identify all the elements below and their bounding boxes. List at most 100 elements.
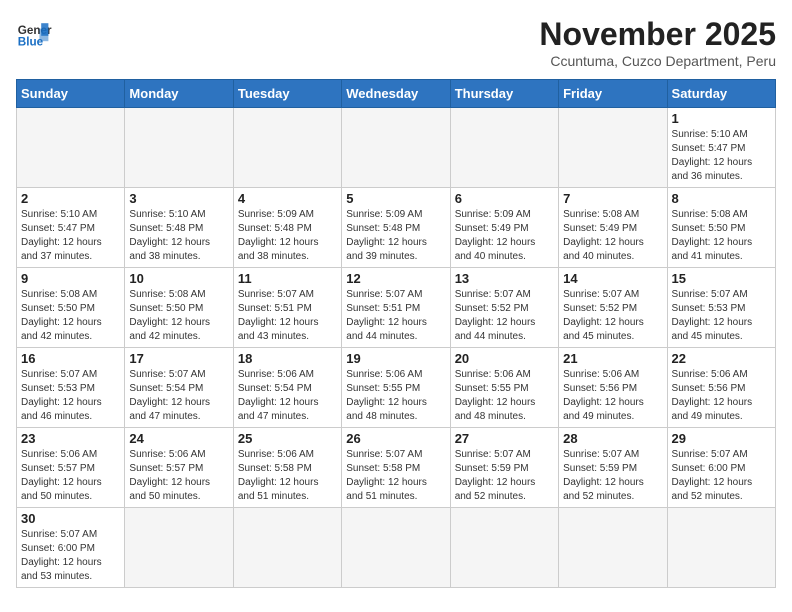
- calendar-cell: 11Sunrise: 5:07 AM Sunset: 5:51 PM Dayli…: [233, 268, 341, 348]
- day-info: Sunrise: 5:06 AM Sunset: 5:57 PM Dayligh…: [129, 448, 228, 504]
- day-info: Sunrise: 5:06 AM Sunset: 5:58 PM Dayligh…: [238, 448, 337, 504]
- weekday-header-tuesday: Tuesday: [233, 80, 341, 108]
- calendar-cell: 22 Sunrise: 5:06 AM Sunset: 5:56 PM Dayli…: [667, 348, 775, 428]
- day-info: Sunrise: 5:07 AM Sunset: 5:54 PM Dayligh…: [129, 368, 228, 424]
- calendar-cell: 25 Sunrise: 5:06 AM Sunset: 5:58 PM Dayli…: [233, 428, 341, 508]
- calendar-cell: 7 Sunrise: 5:08 AM Sunset: 5:49 PM Daylig…: [559, 188, 667, 268]
- day-info: Sunrise: 5:07 AM Sunset: 5:53 PM Dayligh…: [21, 368, 120, 424]
- day-number: 2: [21, 191, 120, 206]
- day-info: Sunrise: 5:07 AM Sunset: 5:58 PM Dayligh…: [346, 448, 445, 504]
- calendar-cell: 30 Sunrise: 5:07 AM Sunset: 6:00 PM Dayli…: [17, 508, 125, 588]
- title-block: November 2025 Ccuntuma, Cuzco Department…: [539, 16, 776, 69]
- logo-icon: General Blue: [16, 16, 52, 52]
- calendar-cell: 16Sunrise: 5:07 AM Sunset: 5:53 PM Dayli…: [17, 348, 125, 428]
- day-info: Sunrise: 5:07 AM Sunset: 6:00 PM Dayligh…: [21, 528, 120, 584]
- calendar-cell: [450, 508, 558, 588]
- weekday-header-row: SundayMondayTuesdayWednesdayThursdayFrid…: [17, 80, 776, 108]
- calendar-cell: [667, 508, 775, 588]
- day-info: Sunrise: 5:06 AM Sunset: 5:55 PM Dayligh…: [346, 368, 445, 424]
- calendar-cell: [559, 108, 667, 188]
- day-info: Sunrise: 5:07 AM Sunset: 5:51 PM Dayligh…: [238, 288, 337, 344]
- weekday-header-friday: Friday: [559, 80, 667, 108]
- day-number: 27: [455, 431, 554, 446]
- calendar-week-1: 1 Sunrise: 5:10 AM Sunset: 5:47 PM Daylig…: [17, 108, 776, 188]
- calendar-cell: 15Sunrise: 5:07 AM Sunset: 5:53 PM Dayli…: [667, 268, 775, 348]
- day-number: 7: [563, 191, 662, 206]
- weekday-header-saturday: Saturday: [667, 80, 775, 108]
- day-info: Sunrise: 5:06 AM Sunset: 5:56 PM Dayligh…: [672, 368, 771, 424]
- calendar-cell: 21Sunrise: 5:06 AM Sunset: 5:56 PM Dayli…: [559, 348, 667, 428]
- calendar-cell: 12 Sunrise: 5:07 AM Sunset: 5:51 PM Dayli…: [342, 268, 450, 348]
- day-info: Sunrise: 5:07 AM Sunset: 5:51 PM Dayligh…: [346, 288, 445, 344]
- day-number: 12: [346, 271, 445, 286]
- calendar-cell: 13 Sunrise: 5:07 AM Sunset: 5:52 PM Dayli…: [450, 268, 558, 348]
- calendar-cell: 10Sunrise: 5:08 AM Sunset: 5:50 PM Dayli…: [125, 268, 233, 348]
- day-info: Sunrise: 5:08 AM Sunset: 5:50 PM Dayligh…: [129, 288, 228, 344]
- day-number: 28: [563, 431, 662, 446]
- day-info: Sunrise: 5:07 AM Sunset: 5:52 PM Dayligh…: [563, 288, 662, 344]
- day-info: Sunrise: 5:07 AM Sunset: 6:00 PM Dayligh…: [672, 448, 771, 504]
- calendar-cell: 18 Sunrise: 5:06 AM Sunset: 5:54 PM Dayli…: [233, 348, 341, 428]
- calendar-cell: [233, 508, 341, 588]
- month-title: November 2025: [539, 16, 776, 53]
- day-number: 5: [346, 191, 445, 206]
- day-number: 6: [455, 191, 554, 206]
- calendar-cell: 8 Sunrise: 5:08 AM Sunset: 5:50 PM Daylig…: [667, 188, 775, 268]
- location-subtitle: Ccuntuma, Cuzco Department, Peru: [539, 53, 776, 69]
- day-info: Sunrise: 5:09 AM Sunset: 5:48 PM Dayligh…: [346, 208, 445, 264]
- logo: General Blue: [16, 16, 52, 52]
- calendar-cell: [559, 508, 667, 588]
- day-number: 30: [21, 511, 120, 526]
- day-number: 4: [238, 191, 337, 206]
- calendar-cell: 20 Sunrise: 5:06 AM Sunset: 5:55 PM Dayli…: [450, 348, 558, 428]
- calendar-cell: [342, 108, 450, 188]
- day-number: 1: [672, 111, 771, 126]
- weekday-header-monday: Monday: [125, 80, 233, 108]
- day-info: Sunrise: 5:08 AM Sunset: 5:49 PM Dayligh…: [563, 208, 662, 264]
- day-number: 8: [672, 191, 771, 206]
- calendar-cell: 17Sunrise: 5:07 AM Sunset: 5:54 PM Dayli…: [125, 348, 233, 428]
- day-info: Sunrise: 5:10 AM Sunset: 5:47 PM Dayligh…: [21, 208, 120, 264]
- day-number: 22: [672, 351, 771, 366]
- day-number: 24: [129, 431, 228, 446]
- calendar-week-4: 16Sunrise: 5:07 AM Sunset: 5:53 PM Dayli…: [17, 348, 776, 428]
- day-info: Sunrise: 5:06 AM Sunset: 5:54 PM Dayligh…: [238, 368, 337, 424]
- calendar-cell: 29Sunrise: 5:07 AM Sunset: 6:00 PM Dayli…: [667, 428, 775, 508]
- calendar-cell: 3Sunrise: 5:10 AM Sunset: 5:48 PM Daylig…: [125, 188, 233, 268]
- day-number: 13: [455, 271, 554, 286]
- calendar-cell: 6 Sunrise: 5:09 AM Sunset: 5:49 PM Daylig…: [450, 188, 558, 268]
- calendar-cell: 19 Sunrise: 5:06 AM Sunset: 5:55 PM Dayli…: [342, 348, 450, 428]
- day-info: Sunrise: 5:09 AM Sunset: 5:49 PM Dayligh…: [455, 208, 554, 264]
- day-info: Sunrise: 5:06 AM Sunset: 5:55 PM Dayligh…: [455, 368, 554, 424]
- day-info: Sunrise: 5:06 AM Sunset: 5:57 PM Dayligh…: [21, 448, 120, 504]
- calendar-week-3: 9Sunrise: 5:08 AM Sunset: 5:50 PM Daylig…: [17, 268, 776, 348]
- calendar-cell: 4 Sunrise: 5:09 AM Sunset: 5:48 PM Daylig…: [233, 188, 341, 268]
- day-number: 18: [238, 351, 337, 366]
- calendar-cell: [233, 108, 341, 188]
- day-number: 20: [455, 351, 554, 366]
- calendar-cell: [450, 108, 558, 188]
- calendar-cell: 14 Sunrise: 5:07 AM Sunset: 5:52 PM Dayli…: [559, 268, 667, 348]
- calendar-table: SundayMondayTuesdayWednesdayThursdayFrid…: [16, 79, 776, 588]
- day-number: 3: [129, 191, 228, 206]
- day-number: 14: [563, 271, 662, 286]
- calendar-cell: 28Sunrise: 5:07 AM Sunset: 5:59 PM Dayli…: [559, 428, 667, 508]
- calendar-cell: 27 Sunrise: 5:07 AM Sunset: 5:59 PM Dayli…: [450, 428, 558, 508]
- page-header: General Blue November 2025 Ccuntuma, Cuz…: [16, 16, 776, 69]
- day-info: Sunrise: 5:10 AM Sunset: 5:47 PM Dayligh…: [672, 128, 771, 184]
- day-number: 19: [346, 351, 445, 366]
- day-info: Sunrise: 5:07 AM Sunset: 5:59 PM Dayligh…: [455, 448, 554, 504]
- day-number: 25: [238, 431, 337, 446]
- day-info: Sunrise: 5:08 AM Sunset: 5:50 PM Dayligh…: [672, 208, 771, 264]
- day-info: Sunrise: 5:07 AM Sunset: 5:52 PM Dayligh…: [455, 288, 554, 344]
- weekday-header-thursday: Thursday: [450, 80, 558, 108]
- calendar-cell: [125, 108, 233, 188]
- calendar-cell: 5 Sunrise: 5:09 AM Sunset: 5:48 PM Daylig…: [342, 188, 450, 268]
- day-info: Sunrise: 5:07 AM Sunset: 5:53 PM Dayligh…: [672, 288, 771, 344]
- calendar-week-6: 30 Sunrise: 5:07 AM Sunset: 6:00 PM Dayli…: [17, 508, 776, 588]
- day-number: 26: [346, 431, 445, 446]
- day-info: Sunrise: 5:09 AM Sunset: 5:48 PM Dayligh…: [238, 208, 337, 264]
- day-number: 23: [21, 431, 120, 446]
- calendar-cell: [125, 508, 233, 588]
- weekday-header-sunday: Sunday: [17, 80, 125, 108]
